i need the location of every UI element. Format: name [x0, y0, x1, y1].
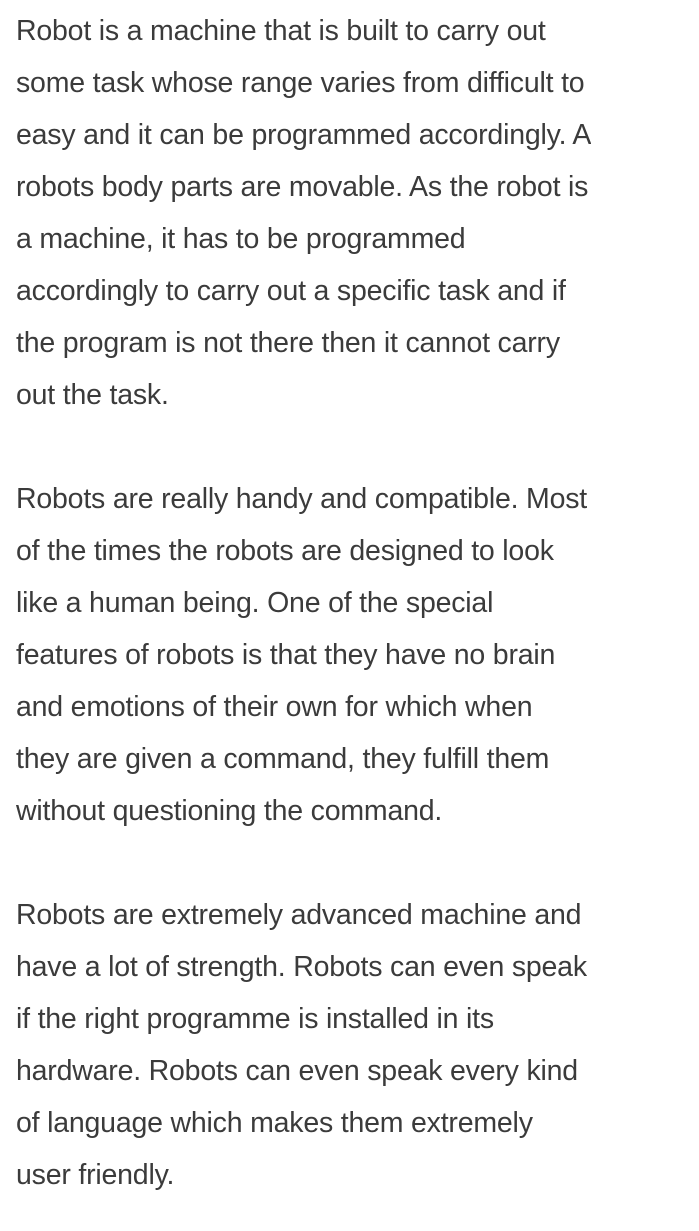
text-line: a machine, it has to be programmed — [16, 223, 466, 255]
text-line: without questioning the command. — [16, 795, 443, 827]
text-line: easy and it can be programmed accordingl… — [16, 119, 592, 151]
paragraph-robot-definition: Robot is a machine that is built to carr… — [16, 5, 591, 421]
text-line: of language which makes them extremely — [16, 1107, 533, 1139]
text-line: of the times the robots are designed to … — [16, 535, 554, 567]
paragraph-robot-strength: Robots are extremely advanced machine an… — [16, 889, 587, 1201]
text-line: accordingly to carry out a specific task… — [16, 275, 566, 307]
text-line: they are given a command, they fulfill t… — [16, 743, 550, 775]
text-line: have a lot of strength. Robots can even … — [16, 951, 587, 983]
text-line: Robots are extremely advanced machine an… — [16, 899, 582, 931]
text-line: Robots are really handy and compatible. … — [16, 483, 588, 515]
paragraph-robot-features: Robots are really handy and compatible. … — [16, 473, 587, 837]
text-line: Robot is a machine that is built to carr… — [16, 15, 546, 47]
text-line: features of robots is that they have no … — [16, 639, 556, 671]
text-line: if the right programme is installed in i… — [16, 1003, 494, 1035]
text-line: the program is not there then it cannot … — [16, 327, 560, 359]
text-line: out the task. — [16, 379, 169, 411]
text-line: robots body parts are movable. As the ro… — [16, 171, 589, 203]
text-line: like a human being. One of the special — [16, 587, 494, 619]
text-line: and emotions of their own for which when — [16, 691, 533, 723]
text-line: some task whose range varies from diffic… — [16, 67, 585, 99]
text-line: hardware. Robots can even speak every ki… — [16, 1055, 578, 1087]
text-line: user friendly. — [16, 1159, 175, 1191]
